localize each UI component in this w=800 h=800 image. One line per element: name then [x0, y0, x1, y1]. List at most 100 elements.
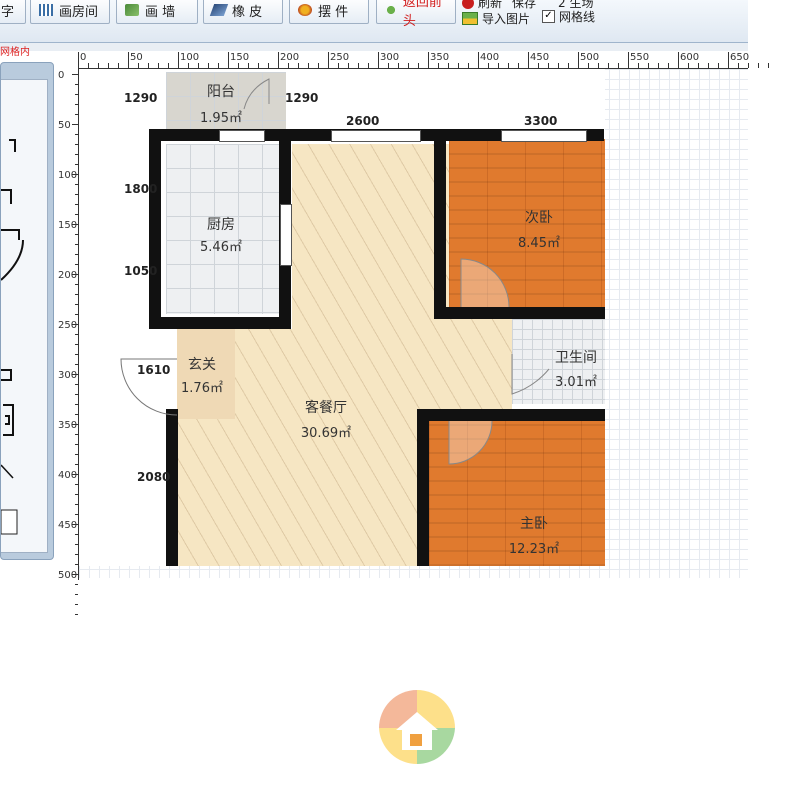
ruler-tick: [428, 52, 429, 68]
ruler-minor-tick: [75, 584, 78, 585]
ruler-minor-tick: [75, 214, 78, 215]
import-image-label: 导入图片: [482, 12, 531, 26]
grid-lines-toggle[interactable]: ✓ 网格线: [542, 8, 595, 25]
ruler-minor-tick: [508, 63, 509, 68]
import-image-button[interactable]: 导入图片: [462, 10, 530, 27]
ruler-tick: [278, 52, 279, 68]
ruler-minor-tick: [75, 594, 78, 595]
ruler-tick: [728, 52, 729, 68]
floorplan-image[interactable]: 阳台 1.95㎡ 厨房 5.46㎡ 次卧 8.45㎡ 卫生间 3.01㎡ 玄关 …: [79, 69, 605, 566]
ruler-minor-tick: [648, 63, 649, 68]
ruler-minor-tick: [75, 254, 78, 255]
ruler-minor-tick: [75, 504, 78, 505]
ruler-minor-tick: [738, 63, 739, 68]
back-button[interactable]: 返回前头: [376, 0, 456, 29]
ruler-minor-tick: [75, 494, 78, 495]
ruler-tick: [72, 124, 78, 125]
ruler-minor-tick: [75, 204, 78, 205]
ruler-label: 200: [280, 52, 300, 63]
ruler-minor-tick: [75, 604, 78, 605]
ruler-minor-tick: [75, 84, 78, 85]
room-name-entrance: 玄关: [188, 357, 216, 373]
ruler-vertical: 0 50 100 150 200 250 300 350 400 450 500: [58, 68, 79, 615]
ruler-label: 250: [58, 320, 78, 331]
ruler-minor-tick: [148, 63, 149, 68]
room-name-second-bedroom: 次卧: [525, 210, 553, 226]
left-panel-content: [0, 79, 48, 553]
ruler-label: 500: [58, 570, 78, 581]
ruler-minor-tick: [75, 244, 78, 245]
ruler-minor-tick: [75, 234, 78, 235]
toolbar: 字 画房间 画 墙 橡 皮 摆 件 返回前头 刷新 保存 2 生场 导入图片 ✓…: [0, 0, 748, 43]
draw-wall-button[interactable]: 画 墙: [116, 0, 198, 24]
ruler-minor-tick: [75, 184, 78, 185]
ruler-minor-tick: [75, 334, 78, 335]
ruler-minor-tick: [338, 63, 339, 68]
ruler-label: 200: [58, 270, 78, 281]
ruler-minor-tick: [75, 314, 78, 315]
dimension-label: 2600: [346, 114, 380, 128]
ruler-minor-tick: [75, 544, 78, 545]
door-arc: [448, 420, 493, 465]
ruler-minor-tick: [75, 454, 78, 455]
eraser-label: 橡 皮: [232, 4, 263, 20]
ruler-minor-tick: [75, 364, 78, 365]
draw-room-button[interactable]: 画房间: [30, 0, 110, 24]
ruler-minor-tick: [618, 63, 619, 68]
ruler-minor-tick: [208, 63, 209, 68]
room-area-bathroom: 3.01㎡: [555, 375, 597, 390]
ruler-minor-tick: [98, 63, 99, 68]
ruler-minor-tick: [548, 63, 549, 68]
dimension-label: 1800: [124, 182, 158, 196]
room-name-balcony: 阳台: [207, 84, 235, 100]
ruler-minor-tick: [688, 63, 689, 68]
door-arc: [460, 258, 510, 308]
ruler-minor-tick: [438, 63, 439, 68]
room-area-master-bedroom: 12.23㎡: [508, 542, 560, 557]
ruler-minor-tick: [568, 63, 569, 68]
grid-tab-label[interactable]: 网格内: [0, 47, 30, 59]
ruler-minor-tick: [768, 63, 769, 68]
ruler-label: 600: [680, 52, 700, 63]
door-arc: [243, 78, 270, 110]
ruler-minor-tick: [75, 294, 78, 295]
ruler-label: 100: [180, 52, 200, 63]
ruler-minor-tick: [408, 63, 409, 68]
room-area-living-dining: 30.69㎡: [300, 426, 352, 441]
drawing-canvas[interactable]: 阳台 1.95㎡ 厨房 5.46㎡ 次卧 8.45㎡ 卫生间 3.01㎡ 玄关 …: [79, 69, 748, 578]
ruler-minor-tick: [498, 63, 499, 68]
ruler-label: 450: [530, 52, 550, 63]
ruler-minor-tick: [348, 63, 349, 68]
import-image-icon: [462, 12, 478, 25]
ruler-tick: [378, 52, 379, 68]
ruler-label: 350: [430, 52, 450, 63]
grid-lines-checkbox[interactable]: ✓: [542, 10, 555, 23]
ruler-label: 50: [130, 52, 143, 63]
room-name-living-dining: 客餐厅: [305, 400, 347, 416]
eraser-button[interactable]: 橡 皮: [203, 0, 283, 24]
text-button[interactable]: 字: [0, 0, 26, 24]
ruler-label: 150: [230, 52, 250, 63]
dimension-label: 1290: [124, 91, 158, 105]
ruler-label: 350: [58, 420, 78, 431]
ruler-minor-tick: [718, 63, 719, 68]
ruler-tick: [628, 52, 629, 68]
ruler-minor-tick: [75, 414, 78, 415]
room-name-kitchen: 厨房: [207, 217, 235, 233]
ruler-minor-tick: [398, 63, 399, 68]
ruler-minor-tick: [168, 63, 169, 68]
ruler-minor-tick: [488, 63, 489, 68]
doors-overlay: [120, 78, 550, 465]
ruler-minor-tick: [198, 63, 199, 68]
ruler-tick: [478, 52, 479, 68]
ruler-minor-tick: [258, 63, 259, 68]
ruler-minor-tick: [75, 194, 78, 195]
ruler-minor-tick: [75, 554, 78, 555]
draw-room-label: 画房间: [59, 4, 99, 20]
ruler-minor-tick: [188, 63, 189, 68]
ruler-minor-tick: [468, 63, 469, 68]
ruler-label: 0: [80, 52, 87, 63]
ruler-minor-tick: [658, 63, 659, 68]
furniture-button[interactable]: 摆 件: [289, 0, 369, 24]
ruler-minor-tick: [668, 63, 669, 68]
